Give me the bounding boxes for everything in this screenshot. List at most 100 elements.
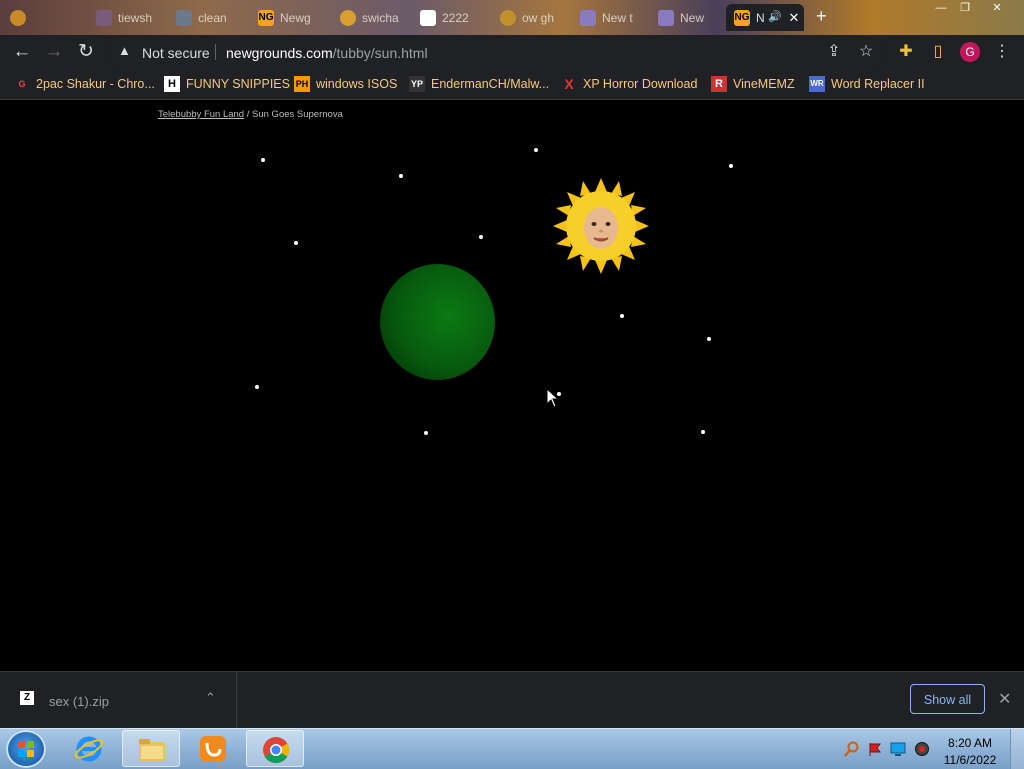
security-label[interactable]: Not secure (142, 45, 210, 61)
tab-title: ow gh (522, 10, 555, 25)
share-icon[interactable]: ⇪ (822, 40, 846, 64)
tab-3[interactable]: NG Newg (250, 4, 328, 31)
download-item[interactable]: Z sex (1).zip ⌃ (0, 672, 237, 729)
url-text[interactable]: newgrounds.com/tubby/sun.html (226, 45, 428, 61)
start-button[interactable] (6, 730, 46, 768)
chrome-icon (263, 737, 290, 764)
tab-title: 2222 (442, 10, 469, 25)
tab-title: N (756, 10, 765, 25)
bookmarks-bar: G 2pac Shakur - Chro... H FUNNY SNIPPIES… (0, 69, 1024, 100)
star (294, 241, 298, 245)
clock-date[interactable]: 11/6/2022 (940, 753, 1000, 767)
star (424, 431, 428, 435)
star (707, 337, 711, 341)
swirl-icon (500, 9, 516, 26)
address-bar[interactable]: ▲ Not secure newgrounds.com/tubby/sun.ht… (108, 38, 886, 66)
bookmark-star-icon[interactable]: ☆ (854, 40, 878, 64)
menu-icon[interactable]: ⋮ (990, 40, 1014, 64)
newgrounds-icon: NG (258, 9, 274, 26)
forward-button[interactable]: → (42, 40, 66, 64)
tab-2[interactable]: clean (168, 4, 246, 31)
bookmark-label: 2pac Shakur - Chro... (36, 77, 155, 91)
page-icon (580, 9, 596, 26)
page-icon (658, 9, 674, 26)
volume-icon[interactable] (914, 741, 930, 757)
bookmark-favicon: WR (809, 76, 825, 92)
chevron-up-icon[interactable]: ⌃ (205, 690, 216, 706)
maximize-button[interactable]: ❐ (954, 0, 976, 16)
white-square-icon (420, 9, 436, 26)
bookmark-favicon: PH (294, 76, 310, 92)
tab-title: clean (198, 10, 227, 25)
star (701, 430, 705, 434)
star (261, 158, 265, 162)
bookmark-endermanch[interactable]: YP EndermanCH/Malw... (409, 75, 549, 93)
bookmark-word-replacer[interactable]: WR Word Replacer II (809, 75, 925, 93)
side-panel-icon[interactable]: ▯ (926, 40, 950, 64)
bookmark-vinememz[interactable]: R VineMEMZ (711, 75, 795, 93)
tab-active[interactable]: NG N 🔊 ✕ (726, 4, 804, 31)
swirl-icon (340, 9, 356, 26)
tab-title: New t (602, 10, 633, 25)
taskbar: 8:20 AM 11/6/2022 (0, 728, 1024, 769)
bookmark-label: XP Horror Download (583, 77, 698, 91)
tab-1[interactable]: tiewsh (88, 4, 166, 31)
tab-title: swicha (362, 10, 399, 25)
download-file-name: sex (1).zip (49, 694, 109, 709)
tab-8[interactable]: New (650, 4, 726, 31)
reload-button[interactable]: ↻ (74, 40, 98, 64)
extensions-icon[interactable]: ✚ (894, 40, 918, 64)
breadcrumb-link[interactable]: Telebubby Fun Land (158, 109, 244, 120)
page-icon (96, 9, 112, 26)
taskbar-internet-explorer[interactable] (60, 730, 118, 767)
close-window-button[interactable]: ✕ (986, 0, 1008, 16)
taskbar-file-explorer[interactable] (122, 730, 180, 767)
star (399, 174, 403, 178)
breadcrumb-current: Sun Goes Supernova (252, 109, 343, 120)
bookmark-2pac[interactable]: G 2pac Shakur - Chro... (14, 75, 155, 93)
clock-time[interactable]: 8:20 AM (940, 736, 1000, 750)
divider (215, 44, 216, 60)
tab-5[interactable]: 2222 (412, 4, 490, 31)
taskbar-uc-browser[interactable] (184, 730, 242, 767)
bookmark-windows-isos[interactable]: PH windows ISOS (294, 75, 397, 93)
show-all-button[interactable]: Show all (910, 684, 985, 714)
tab-title: New (680, 10, 705, 25)
profile-avatar[interactable]: G (960, 42, 980, 62)
tab-strip: tiewsh clean NG Newg swicha 2222 ow gh N… (0, 0, 1024, 35)
speaker-icon[interactable]: 🔊 (768, 10, 782, 23)
tab-4[interactable]: swicha (332, 4, 410, 31)
newgrounds-icon: NG (734, 9, 750, 26)
system-tray: 8:20 AM 11/6/2022 (840, 731, 1020, 767)
breadcrumb-separator: / (244, 109, 253, 120)
taskbar-chrome[interactable] (246, 730, 304, 767)
tab-6[interactable]: ow gh (492, 4, 570, 31)
swirl-icon (10, 9, 26, 26)
internet-explorer-icon (74, 736, 104, 762)
bookmark-label: Word Replacer II (831, 77, 925, 91)
back-button[interactable]: ← (10, 40, 34, 64)
show-desktop-button[interactable] (1010, 729, 1024, 769)
tab-7[interactable]: New t (572, 4, 650, 31)
green-planet (380, 264, 495, 380)
close-icon[interactable]: ✕ (998, 689, 1011, 709)
magnifier-icon[interactable] (844, 741, 860, 757)
minimize-button[interactable]: — (930, 0, 952, 16)
tab-title: Newg (280, 10, 311, 25)
close-tab-icon[interactable]: ✕ (786, 10, 802, 26)
tab-title: tiewsh (118, 10, 153, 25)
network-icon[interactable] (890, 741, 906, 757)
new-tab-button[interactable]: + (816, 6, 827, 27)
warning-icon[interactable]: ▲ (118, 43, 131, 58)
bookmark-label: windows ISOS (316, 77, 398, 91)
tab-0[interactable] (2, 4, 60, 31)
action-center-flag-icon[interactable] (867, 741, 883, 757)
browser-toolbar: ← → ↻ ▲ Not secure newgrounds.com/tubby/… (0, 35, 1024, 69)
bookmark-favicon: R (711, 76, 727, 92)
bookmark-xp-horror[interactable]: X XP Horror Download (561, 75, 697, 93)
url-path: /tubby/sun.html (332, 45, 428, 61)
bookmark-funny-snippies[interactable]: H FUNNY SNIPPIES (164, 75, 290, 93)
bookmark-label: VineMEMZ (733, 77, 795, 91)
uc-browser-icon (200, 736, 226, 762)
mouse-cursor-icon (546, 388, 560, 408)
